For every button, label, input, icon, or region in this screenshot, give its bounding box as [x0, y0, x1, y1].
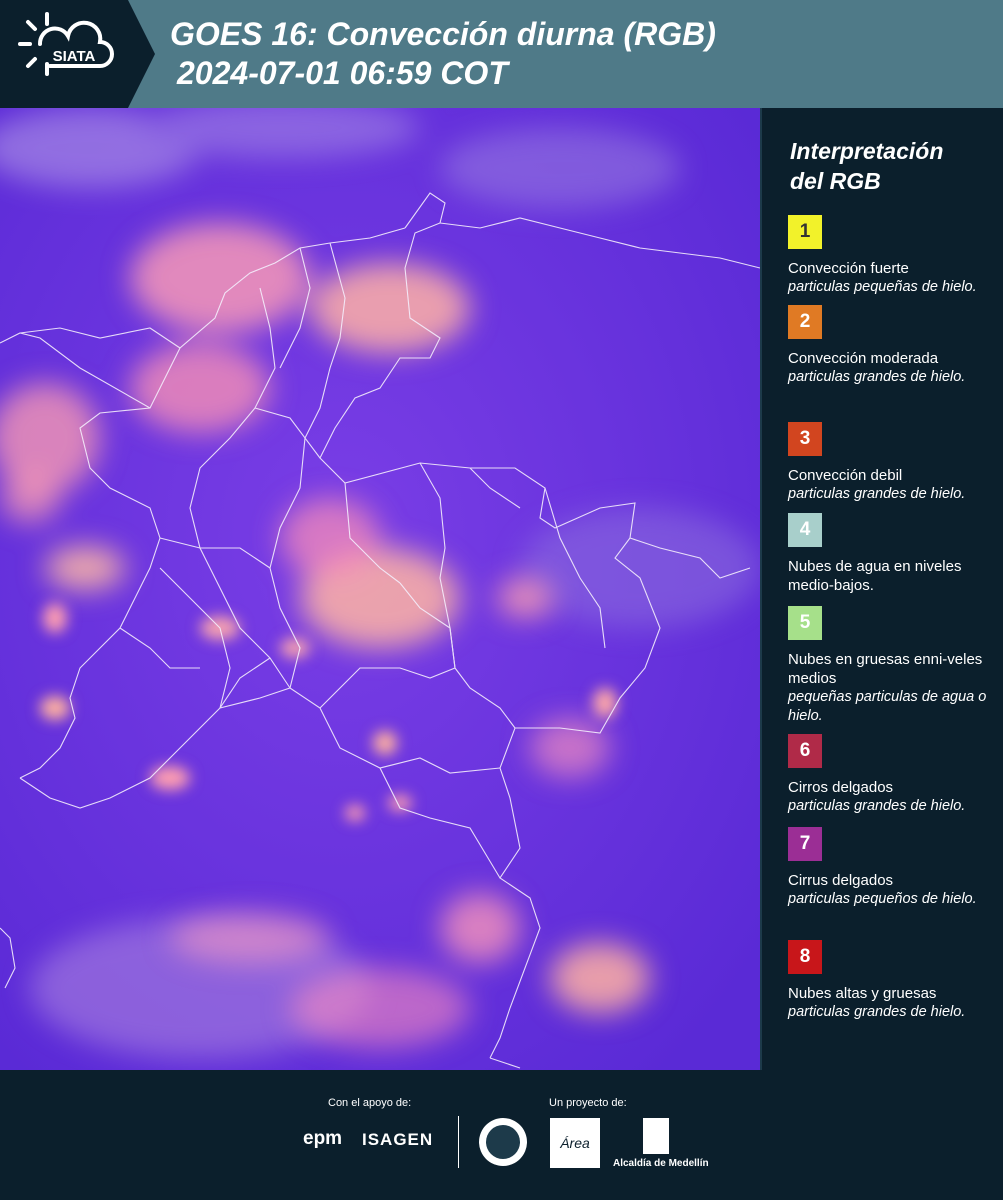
legend-description: particulas pequeñas de hielo. [788, 279, 977, 295]
support-label: Con el apoyo de: [328, 1097, 412, 1109]
siata-logo: SIATA [0, 0, 155, 108]
legend-description: particulas grandes de hielo. [788, 486, 966, 502]
legend-label: Convección moderada [788, 350, 939, 367]
legend-item: 5 Nubes en gruesas enni-veles medios peque… [788, 606, 998, 726]
legend-swatch: 5 [788, 606, 822, 640]
area-metropolitana-logo: Área [550, 1118, 600, 1168]
legend-description: particulas grandes de hielo. [788, 369, 966, 385]
legend-title: Interpretación del RGB [790, 136, 943, 196]
legend-title-line1: Interpretación [790, 138, 944, 164]
legend-item: 1 Convección fuerte particulas pequeñas de… [788, 215, 998, 297]
legend-label: Convección debil [788, 467, 903, 484]
legend-swatch: 4 [788, 513, 822, 547]
legend-swatch: 6 [788, 734, 822, 768]
footer-divider [458, 1116, 459, 1168]
legend-swatch: 1 [788, 215, 822, 249]
alcaldia-shield-icon [643, 1118, 669, 1154]
legend-item: 2 Convección moderada particulas grandes d… [788, 305, 998, 387]
siata-logo-text: SIATA [53, 48, 96, 65]
map-title: GOES 16: Convección diurna (RGB) [170, 16, 716, 52]
legend-swatch: 8 [788, 940, 822, 974]
footer: Con el apoyo de: Un proyecto de: epm ISA… [0, 1070, 1003, 1200]
legend-item: 7 Cirrus delgados particulas pequeños de h… [788, 827, 998, 909]
legend-label: Cirrus delgados [788, 872, 894, 889]
legend-item: 8 Nubes altas y gruesas particulas grandes… [788, 940, 998, 1022]
legend-label: Nubes de agua en niveles medio-bajos. [788, 558, 962, 594]
legend-label: Nubes en gruesas enni-veles medios [788, 651, 983, 687]
medellin-seal-icon [479, 1118, 527, 1166]
legend-swatch: 2 [788, 305, 822, 339]
legend-label: Cirros delgados [788, 779, 894, 796]
legend-description: particulas pequeños de hielo. [788, 891, 977, 907]
legend-description: particulas grandes de hielo. [788, 1004, 966, 1020]
isagen-logo: ISAGEN [362, 1130, 434, 1149]
legend-description: particulas grandes de hielo. [788, 798, 966, 814]
legend-label: Convección fuerte [788, 260, 909, 277]
legend-swatch: 3 [788, 422, 822, 456]
alcaldia-logo: Alcaldía de Medellín [613, 1158, 709, 1169]
satellite-image [0, 108, 760, 1070]
legend-item: 6 Cirros delgados particulas grandes de hi… [788, 734, 998, 816]
legend-panel: Interpretación del RGB 1 Convección fuert… [762, 108, 1003, 1070]
legend-item: 3 Convección debil particulas grandes de h… [788, 422, 998, 504]
header-bar: SIATA GOES 16: Convección diurna (RGB) 2… [0, 0, 1003, 108]
legend-description: pequeñas particulas de agua o hielo. [788, 689, 987, 724]
satellite-map [0, 108, 762, 1070]
legend-item: 4 Nubes de agua en niveles medio-bajos. [788, 513, 998, 595]
map-timestamp: 2024-07-01 06:59 COT [177, 55, 508, 91]
legend-label: Nubes altas y gruesas [788, 985, 937, 1002]
epm-logo: epm [303, 1128, 343, 1149]
legend-swatch: 7 [788, 827, 822, 861]
legend-title-line2: del RGB [790, 168, 881, 194]
project-label: Un proyecto de: [549, 1097, 627, 1109]
